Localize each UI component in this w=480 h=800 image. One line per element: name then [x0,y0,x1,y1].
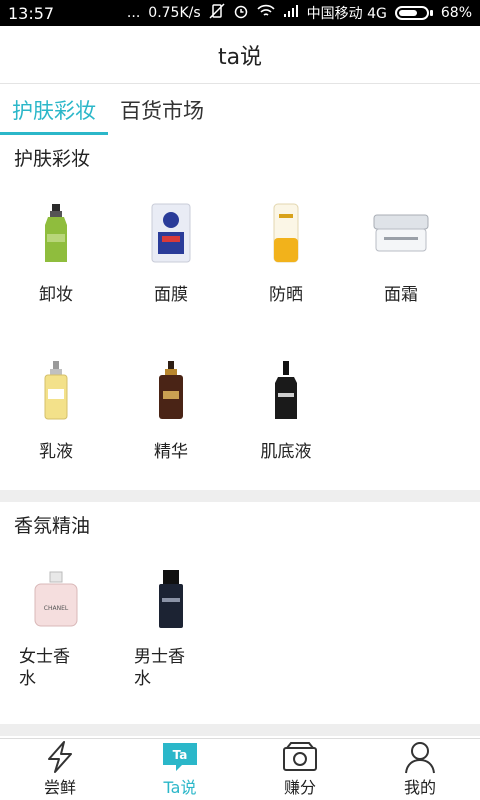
item-label: 面膜 [154,285,188,305]
category-item-face-mask[interactable]: 面膜 [121,198,221,305]
sunscreen-tube-icon [251,198,321,268]
user-profile-icon [403,739,437,774]
nav-item-earn-points[interactable]: 赚分 [240,739,360,800]
section-title-fragrance: 香氛精油 [14,515,91,537]
nav-item-ta-shuo[interactable]: Ta Ta说 [120,739,240,800]
page-title: ta说 [217,44,263,70]
status-time: 13:57 [8,3,55,23]
lightning-icon [43,739,77,774]
tab-skincare-makeup[interactable]: 护肤彩妆 [0,85,108,135]
signal-icon [283,4,299,22]
face-mask-pack-icon [136,198,206,268]
app-header: ta说 [0,26,480,84]
alarm-icon [233,3,249,23]
face-cream-jar-icon [366,198,436,268]
category-item-serum[interactable]: 精华 [121,355,221,462]
essence-bottle-icon [251,355,321,425]
carrier-label: 中国移动 4G [306,6,387,22]
nav-label: 赚分 [283,778,316,797]
perfume-brand-mark: CHANEL [44,605,69,612]
category-tabs: 护肤彩妆 百货市场 [0,85,480,135]
section-divider [0,490,480,502]
section-title-skincare: 护肤彩妆 [14,148,91,170]
wifi-icon [257,4,275,22]
item-label: 防晒 [269,285,303,305]
section-divider [0,724,480,736]
lotion-bottle-icon [21,355,91,425]
status-dots: ... [126,5,141,21]
mens-perfume-icon [136,564,206,634]
item-label: 乳液 [39,442,73,462]
nav-item-try[interactable]: 尝鲜 [0,739,120,800]
vibrate-off-icon [209,3,225,23]
category-item-makeup-remover[interactable]: 卸妆 [6,198,106,305]
ta-badge: Ta [173,748,188,762]
item-label: 男士香水 [134,647,185,689]
makeup-remover-bottle-icon [21,198,91,268]
nav-label: Ta说 [163,778,197,797]
nav-label: 尝鲜 [43,778,76,797]
network-speed: 0.75K/s [148,5,201,21]
nav-label: 我的 [403,778,436,797]
bottom-navigation: 尝鲜 Ta Ta说 赚分 我的 [0,738,480,800]
status-bar: 13:57 ... 0.75K/s 中国移动 4G 68% [0,0,480,26]
serum-dropper-bottle-icon [136,355,206,425]
category-item-lotion[interactable]: 乳液 [6,355,106,462]
womens-perfume-icon: CHANEL [21,564,91,634]
nav-item-mine[interactable]: 我的 [360,739,480,800]
category-item-mens-perfume[interactable]: 男士香水 [121,564,221,690]
category-item-essence[interactable]: 肌底液 [236,355,336,462]
item-label: 精华 [154,442,188,462]
item-label: 面霜 [384,285,418,305]
battery-percent: 68% [440,5,472,21]
item-label: 女士香水 [19,647,70,689]
tab-department-store[interactable]: 百货市场 [108,85,216,135]
battery-icon [394,6,433,20]
item-label: 肌底液 [260,442,312,462]
category-item-face-cream[interactable]: 面霜 [351,198,451,305]
item-label: 卸妆 [39,285,73,305]
camera-money-icon [281,739,319,774]
category-item-sunscreen[interactable]: 防晒 [236,198,336,305]
category-item-womens-perfume[interactable]: CHANEL 女士香水 [6,564,106,690]
ta-chat-bubble-icon: Ta [160,739,200,774]
